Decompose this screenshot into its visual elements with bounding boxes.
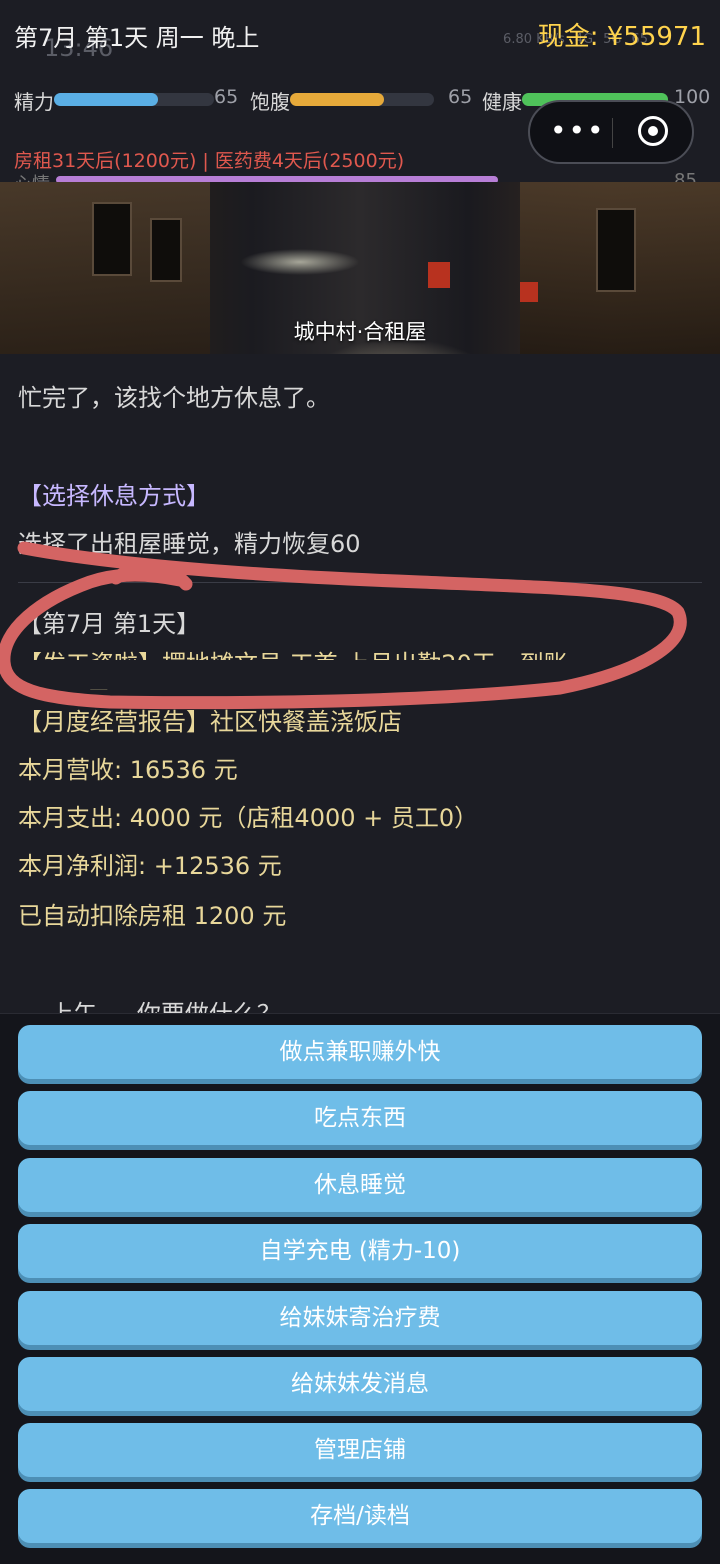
log-line: 忙完了，该找个地方休息了。 [18, 384, 330, 412]
log-line: — 上午 — 你要做什么？ [18, 1000, 281, 1014]
action-study-button[interactable]: 自学充电 (精力-10) [18, 1224, 702, 1278]
stat-fill-fullness [290, 93, 384, 106]
log-line: 本月净利润: +12536 元 [18, 852, 282, 880]
scene-image: 城中村·合租屋 [0, 182, 720, 354]
stat-fullness: 饱腹 65 [250, 86, 480, 114]
log-line: 【月度经营报告】社区快餐盖浇饭店 [18, 708, 402, 736]
cash-display: 现金: ¥55971 [538, 16, 706, 53]
top-bar: 13:46 6.80 KB/s 4G 5G 65 第7月 第1天 周一 晚上 现… [0, 0, 720, 184]
close-target-icon[interactable] [638, 116, 668, 146]
stat-energy: 精力 65 [14, 86, 244, 114]
miniprogram-capsule: ••• [528, 100, 694, 164]
scene-sign [520, 282, 538, 302]
game-date: 第7月 第1天 周一 晚上 [14, 24, 260, 52]
stat-track [54, 93, 214, 106]
log-line: 1900 元！ [18, 680, 135, 690]
action-part-time-button[interactable]: 做点兼职赚外快 [18, 1025, 702, 1079]
action-manage-shop-button[interactable]: 管理店铺 [18, 1423, 702, 1477]
log-line: 【发工资啦】摆地摊文员 工首 上月出勤20天，到账 [18, 644, 568, 660]
stat-track [290, 93, 434, 106]
action-eat-button[interactable]: 吃点东西 [18, 1091, 702, 1145]
scene-caption: 城中村·合租屋 [293, 320, 427, 344]
scene-window [92, 202, 132, 276]
stat-value: 65 [448, 86, 473, 108]
scene-sign [428, 262, 450, 288]
log-divider [18, 582, 702, 583]
log-line: 【第7月 第1天】 [18, 610, 201, 638]
scene-window [150, 218, 182, 282]
stat-label: 饱腹 [250, 90, 290, 114]
log-line: 已自动扣除房租 1200 元 [18, 902, 287, 930]
log-line: 本月支出: 4000 元（店租4000 + 员工0） [18, 804, 479, 832]
action-message-sister-button[interactable]: 给妹妹发消息 [18, 1357, 702, 1411]
stat-label: 精力 [14, 90, 54, 114]
capsule-divider [612, 118, 613, 148]
stat-value: 65 [214, 86, 239, 108]
more-menu-icon[interactable]: ••• [550, 116, 604, 150]
action-save-load-button[interactable]: 存档/读档 [18, 1489, 702, 1543]
log-line: 本月营收: 16536 元 [18, 756, 238, 784]
action-send-treatment-fee-button[interactable]: 给妹妹寄治疗费 [18, 1291, 702, 1345]
cash-value: ¥55971 [606, 22, 706, 52]
mood-label: 心情 [14, 170, 50, 182]
stat-label: 健康 [482, 90, 522, 114]
upcoming-bills: 房租31天后(1200元) | 医药费4天后(2500元) [14, 150, 405, 172]
cash-label: 现金: [537, 22, 607, 52]
action-menu: 做点兼职赚外快 吃点东西 休息睡觉 自学充电 (精力-10) 给妹妹寄治疗费 给… [0, 1013, 720, 1564]
stat-fill-energy [54, 93, 158, 106]
log-line: 选择了出租屋睡觉，精力恢复60 [18, 530, 361, 558]
log-line: 【选择休息方式】 [18, 482, 210, 510]
mood-value: 85 [674, 170, 697, 182]
action-sleep-button[interactable]: 休息睡觉 [18, 1158, 702, 1212]
scene-window [596, 208, 636, 292]
